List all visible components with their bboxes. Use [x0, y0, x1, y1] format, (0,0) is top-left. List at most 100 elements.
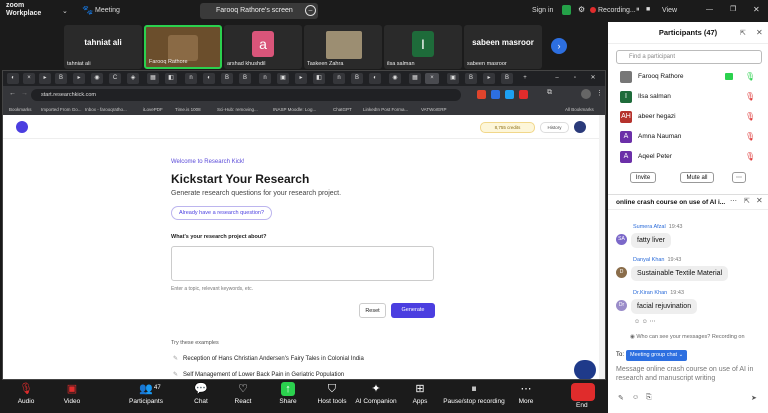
chat-more-icon[interactable]: ⋯	[730, 197, 737, 205]
user-avatar[interactable]	[574, 121, 586, 133]
shield-icon[interactable]	[562, 5, 571, 15]
signin-link[interactable]: Sign in	[532, 7, 553, 14]
popout-icon[interactable]: ⇱	[740, 29, 746, 37]
bookmark-item[interactable]: All Bookmarks	[565, 107, 594, 112]
chat-button[interactable]: 💬 Chat	[181, 382, 221, 405]
close-panel-icon[interactable]: ✕	[756, 28, 763, 37]
mic-muted-icon[interactable]: 🎙	[745, 92, 755, 101]
mic-muted-icon[interactable]: 🎙	[745, 112, 755, 121]
already-have-question-button[interactable]: Already have a research question?	[171, 206, 272, 220]
participant-row[interactable]: I Ilsa salman 🎙	[620, 91, 766, 105]
recording-status[interactable]: Recording...	[598, 7, 636, 14]
reset-button[interactable]: Reset	[359, 303, 386, 318]
mic-muted-icon[interactable]: 🎙	[745, 152, 755, 161]
end-button[interactable]	[571, 383, 595, 401]
forward-arrow-icon[interactable]: →	[21, 90, 28, 97]
host-tools-button[interactable]: ⛉ Host tools	[312, 382, 352, 405]
audio-button[interactable]: 🎙 Audio	[6, 382, 46, 405]
video-tile[interactable]: sabeen masroor sabeen masroor	[464, 25, 542, 69]
participant-search-input[interactable]: Find a participant	[616, 50, 762, 64]
browser-tab[interactable]: ◐	[369, 73, 381, 84]
restore-icon[interactable]: ❐	[730, 5, 736, 13]
browser-tab[interactable]: B	[239, 73, 251, 84]
bookmark-item[interactable]: Sci-Hub: removing...	[217, 107, 258, 112]
browser-tab[interactable]: ▸	[73, 73, 85, 84]
video-tile-active-speaker[interactable]: Farooq Rathore	[144, 25, 222, 69]
invite-button[interactable]: Invite	[630, 172, 656, 183]
browser-tab[interactable]: ◉	[389, 73, 401, 84]
browser-restore-icon[interactable]: ▫	[569, 73, 581, 84]
browser-tab[interactable]: ◧	[313, 73, 325, 84]
browser-tab[interactable]: C	[109, 73, 121, 84]
browser-tab[interactable]: ◧	[165, 73, 177, 84]
more-options-button[interactable]: ⋯	[732, 172, 746, 183]
bookmark-item[interactable]: Time.is 1008	[175, 107, 201, 112]
browser-tab[interactable]: ▸	[295, 73, 307, 84]
project-textarea[interactable]	[171, 246, 434, 281]
sender-name[interactable]: Danyal Khan	[633, 257, 665, 263]
video-tile[interactable]: Taskeen Zahra	[304, 25, 382, 69]
apps-button[interactable]: ⊞ Apps	[400, 382, 440, 405]
bookmark-item[interactable]: INASP Moodle: Log...	[273, 107, 316, 112]
example-item[interactable]: ✎ Self Management of Lower Back Pain in G…	[173, 371, 344, 378]
bookmark-item[interactable]: LinkedIn Post Forma...	[363, 107, 408, 112]
chat-bubble-icon[interactable]	[574, 360, 596, 379]
history-button[interactable]: History	[540, 122, 569, 133]
extension-icon[interactable]	[477, 90, 486, 99]
react-button[interactable]: ♡ React	[223, 382, 263, 405]
ai-companion-button[interactable]: ✦ AI Companion	[354, 382, 398, 405]
chevron-down-icon[interactable]: ⌄	[62, 7, 68, 15]
browser-tab[interactable]: ◈	[127, 73, 139, 84]
bookmark-item[interactable]: Inbox - farooqratho...	[85, 107, 127, 112]
browser-tab[interactable]: ◐	[203, 73, 215, 84]
new-tab-icon[interactable]: +	[519, 73, 531, 84]
close-chat-icon[interactable]: ✕	[756, 196, 763, 205]
browser-tab[interactable]: ◐	[7, 73, 19, 84]
participant-row[interactable]: A Aqeel Peter 🎙	[620, 151, 766, 165]
chat-popout-icon[interactable]: ⇱	[744, 197, 750, 205]
browser-tab[interactable]: ▣	[277, 73, 289, 84]
browser-tab[interactable]: B	[465, 73, 477, 84]
mic-on-icon[interactable]: 🎙	[745, 72, 755, 81]
scrollbar[interactable]	[599, 115, 605, 379]
message-reactions[interactable]: ☺ ☺ ⋯	[634, 318, 656, 325]
recipient-dropdown[interactable]: Meeting group chat ⌄	[626, 350, 688, 361]
browser-tab[interactable]: ◉	[91, 73, 103, 84]
research-kick-logo[interactable]	[16, 121, 28, 133]
participants-button[interactable]: 👥 Participants	[124, 382, 168, 405]
back-arrow-icon[interactable]: ←	[9, 90, 16, 97]
participant-row[interactable]: A Amna Nauman 🎙	[620, 131, 766, 145]
video-tile[interactable]: a arshad khushdil	[224, 25, 302, 69]
chat-input[interactable]: Message online crash course on use of AI…	[616, 365, 764, 383]
bookmark-item[interactable]: ChatGPT	[333, 107, 352, 112]
video-tile[interactable]: I ilsa salman	[384, 25, 462, 69]
close-icon[interactable]: ✕	[753, 5, 760, 14]
profile-icon[interactable]	[581, 89, 591, 99]
visibility-note[interactable]: ◉ Who can see your messages? Recording o…	[630, 334, 745, 340]
browser-tab[interactable]: ▣	[447, 73, 459, 84]
puzzle-icon[interactable]: ⧉	[547, 89, 552, 97]
example-item[interactable]: ✎ Reception of Hans Christian Andersen's …	[173, 355, 364, 362]
attach-icon[interactable]: ⎘	[646, 394, 652, 402]
stop-share-icon[interactable]: –	[305, 5, 316, 16]
url-field[interactable]: start.researchkick.com	[31, 89, 461, 101]
video-button[interactable]: ▣ Video	[52, 382, 92, 405]
browser-tab[interactable]: n	[185, 73, 197, 84]
pause-recording-button[interactable]: ⏸ Pause/stop recording	[442, 382, 506, 405]
browser-tab[interactable]: n	[333, 73, 345, 84]
browser-tab[interactable]: n	[259, 73, 271, 84]
emoji-icon[interactable]: ☺	[632, 394, 639, 401]
extension-icon[interactable]	[505, 90, 514, 99]
minimize-icon[interactable]: —	[706, 6, 713, 13]
video-tile[interactable]: tahniat ali tahniat ali	[64, 25, 142, 69]
sender-name[interactable]: Dr.Kiran Khan	[633, 290, 667, 296]
next-page-arrow-icon[interactable]: ›	[551, 38, 567, 54]
participant-row[interactable]: Farooq Rathore 🎙	[620, 71, 766, 85]
browser-tab[interactable]: ▦	[147, 73, 159, 84]
extension-icon[interactable]	[491, 90, 500, 99]
browser-tab[interactable]: ▸	[39, 73, 51, 84]
browser-tab[interactable]: B	[501, 73, 513, 84]
browser-tab[interactable]: ▦	[409, 73, 421, 84]
browser-tab[interactable]: ▸	[483, 73, 495, 84]
sender-name[interactable]: Sumera Afzal	[633, 224, 666, 230]
